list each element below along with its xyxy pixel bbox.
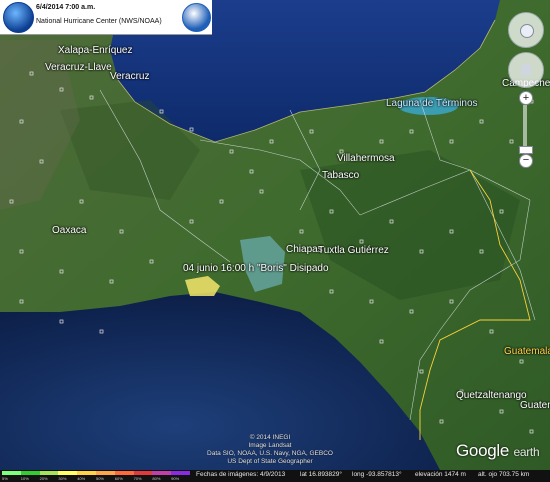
legend-swatch: [58, 471, 78, 475]
rain-probability-legend: [2, 471, 190, 475]
attribution-landsat: Image Landsat: [248, 442, 292, 449]
attribution-data: Data SIO, NOAA, U.S. Navy, NGA, GEBCO: [207, 450, 333, 457]
earth-suffix: earth: [513, 445, 540, 459]
label-guatemala-city: Guatem: [520, 400, 550, 411]
legend-tick: 50%: [95, 476, 104, 481]
legend-tick: 10%: [20, 476, 29, 481]
label-tuxtla: Tuxtla Gutiérrez: [318, 245, 389, 256]
label-oaxaca: Oaxaca: [52, 225, 87, 236]
look-around-icon[interactable]: [508, 12, 544, 48]
label-villahermosa: Villahermosa: [337, 153, 395, 164]
legend-tick: 30%: [58, 476, 67, 481]
storm-label-boris: 04 junio 16:00 h "Boris" Disipado: [183, 263, 329, 274]
noaa-logo: [3, 2, 34, 33]
label-guatemala: Guatemala: [504, 346, 550, 357]
zoom-in-icon[interactable]: +: [519, 91, 533, 105]
label-veracruz: Veracruz: [110, 71, 150, 82]
legend-swatch: [20, 471, 40, 475]
legend-tick: 20%: [39, 476, 48, 481]
agency-name: National Hurricane Center (NWS/NOAA): [36, 18, 162, 25]
zoom-out-icon[interactable]: −: [519, 154, 533, 168]
eye-altitude-readout: alt. ojo 703.75 km: [478, 471, 530, 478]
legend-swatch: [114, 471, 134, 475]
legend-swatch: [39, 471, 59, 475]
nhc-header: 6/4/2014 7:00 a.m. National Hurricane Ce…: [0, 0, 212, 35]
google-brand: Google: [456, 441, 510, 460]
zoom-slider-track[interactable]: [523, 105, 527, 151]
label-xalapa: Xalapa-Enríquez: [58, 45, 133, 56]
legend-swatch: [152, 471, 172, 475]
legend-swatch: [95, 471, 115, 475]
attribution-state-dept: US Dept of State Geographer: [227, 458, 313, 465]
legend-tick: 70%: [133, 476, 142, 481]
legend-ticks: 5% 10% 20% 30% 40% 50% 60% 70% 80% 90%: [2, 476, 190, 482]
label-veracruz-llave: Veracruz-Llave: [45, 62, 112, 73]
zoom-slider-thumb[interactable]: [519, 146, 533, 154]
imagery-date: Fechas de imágenes: 4/9/2013: [196, 471, 286, 478]
label-laguna-terminos: Laguna de Términos: [386, 98, 478, 109]
legend-swatch: [2, 471, 21, 475]
map-view[interactable]: 6/4/2014 7:00 a.m. National Hurricane Ce…: [0, 0, 550, 482]
legend-swatch: [77, 471, 96, 475]
move-hand-icon[interactable]: [508, 52, 544, 88]
navigation-controls: + −: [504, 8, 546, 168]
legend-swatch: [171, 471, 190, 475]
label-tabasco: Tabasco: [322, 170, 360, 181]
legend-tick: 80%: [152, 476, 161, 481]
label-quetzaltenango: Quetzaltenango: [456, 390, 527, 401]
attribution-inegi: © 2014 INEGI: [249, 434, 291, 441]
legend-tick: 90%: [171, 476, 180, 481]
longitude-readout: long -93.857813°: [352, 471, 402, 478]
legend-tick: 60%: [114, 476, 123, 481]
legend-tick: 5%: [2, 476, 8, 481]
advisory-timestamp: 6/4/2014 7:00 a.m.: [36, 4, 96, 11]
google-earth-logo: Google earth: [456, 441, 540, 461]
nws-logo: [182, 3, 211, 32]
latitude-readout: lat 16.893829°: [300, 471, 342, 478]
legend-tick: 40%: [77, 476, 86, 481]
elevation-readout: elevación 1474 m: [415, 471, 466, 478]
legend-swatch: [133, 471, 153, 475]
